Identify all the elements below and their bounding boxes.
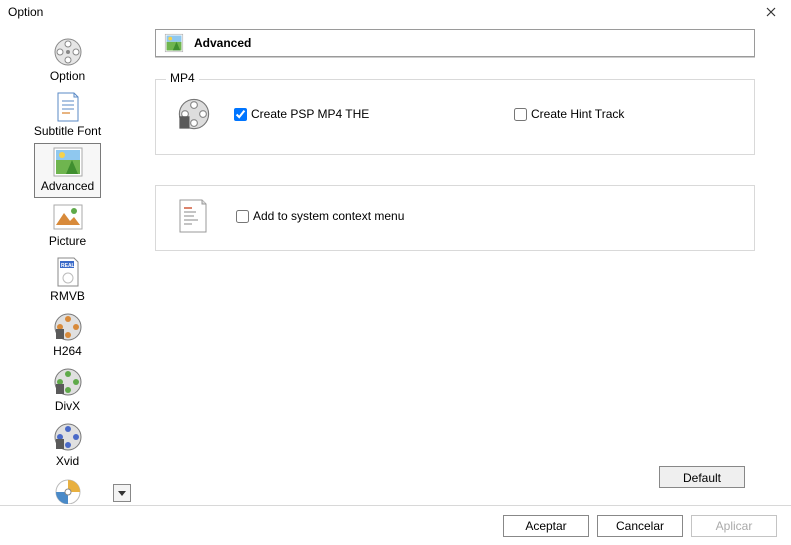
group-legend: MP4 [166, 71, 199, 85]
film-reel-orange-icon [52, 311, 84, 343]
mp4-group: MP4 Create PSP MP4 THE [155, 79, 755, 155]
film-reel-blue-icon [52, 421, 84, 453]
footer: Aceptar Cancelar Aplicar [0, 505, 791, 545]
create-hint-checkbox[interactable]: Create Hint Track [514, 107, 624, 121]
sidebar-item-divx[interactable]: DivX [38, 363, 98, 418]
film-reel-icon [176, 96, 212, 132]
default-button[interactable]: Default [659, 466, 745, 488]
real-file-icon: REAL [52, 256, 84, 288]
close-icon [766, 7, 776, 17]
checkbox-input[interactable] [234, 108, 247, 121]
document-icon [52, 91, 84, 123]
checkbox-label: Create Hint Track [531, 107, 624, 121]
sidebar-item-label: Advanced [41, 179, 94, 193]
checkbox-input[interactable] [236, 210, 249, 223]
sidebar-list: Option Subtitle Font [0, 33, 135, 504]
checkbox-label: Add to system context menu [253, 209, 404, 223]
note-icon [178, 198, 208, 234]
checkbox-input[interactable] [514, 108, 527, 121]
sidebar-scroll-down-button[interactable] [113, 484, 131, 502]
sidebar-item-label: H264 [53, 344, 82, 358]
titlebar: Option [0, 0, 791, 24]
landscape-icon [52, 146, 84, 178]
sidebar-item-partial[interactable] [38, 473, 98, 504]
close-button[interactable] [757, 2, 785, 22]
accept-button[interactable]: Aceptar [503, 515, 589, 537]
sidebar-item-label: Subtitle Font [34, 124, 101, 138]
window-title: Option [8, 5, 43, 19]
sidebar-item-picture[interactable]: Picture [38, 198, 98, 253]
checkbox-label: Create PSP MP4 THE [251, 107, 369, 121]
sidebar-item-label: RMVB [50, 289, 85, 303]
create-psp-checkbox[interactable]: Create PSP MP4 THE [234, 107, 514, 121]
add-context-menu-checkbox[interactable]: Add to system context menu [236, 209, 404, 223]
sidebar-item-rmvb[interactable]: REAL RMVB [38, 253, 98, 308]
sidebar-item-subtitle-font[interactable]: Subtitle Font [27, 88, 108, 143]
sidebar-item-advanced[interactable]: Advanced [34, 143, 101, 198]
sidebar-item-label: Option [50, 69, 85, 83]
landscape-icon [164, 33, 184, 53]
sidebar-item-option[interactable]: Option [38, 33, 98, 88]
context-menu-group: Add to system context menu [155, 185, 755, 251]
sidebar-item-label: Picture [49, 234, 86, 248]
main-panel: Advanced MP4 Create PSP MP4 [135, 29, 765, 504]
film-reel-icon [52, 36, 84, 68]
content: Option Subtitle Font [0, 24, 791, 504]
disc-icon [52, 476, 84, 504]
svg-text:REAL: REAL [61, 263, 75, 269]
apply-button: Aplicar [691, 515, 777, 537]
cancel-button[interactable]: Cancelar [597, 515, 683, 537]
sidebar-item-label: Xvid [56, 454, 79, 468]
picture-icon [52, 201, 84, 233]
sidebar-item-label: DivX [55, 399, 80, 413]
section-title: Advanced [194, 36, 251, 50]
chevron-down-icon [118, 491, 126, 496]
sidebar: Option Subtitle Font [0, 29, 135, 504]
film-reel-green-icon [52, 366, 84, 398]
sidebar-item-h264[interactable]: H264 [38, 308, 98, 363]
sidebar-item-xvid[interactable]: Xvid [38, 418, 98, 473]
section-header: Advanced [155, 29, 755, 57]
